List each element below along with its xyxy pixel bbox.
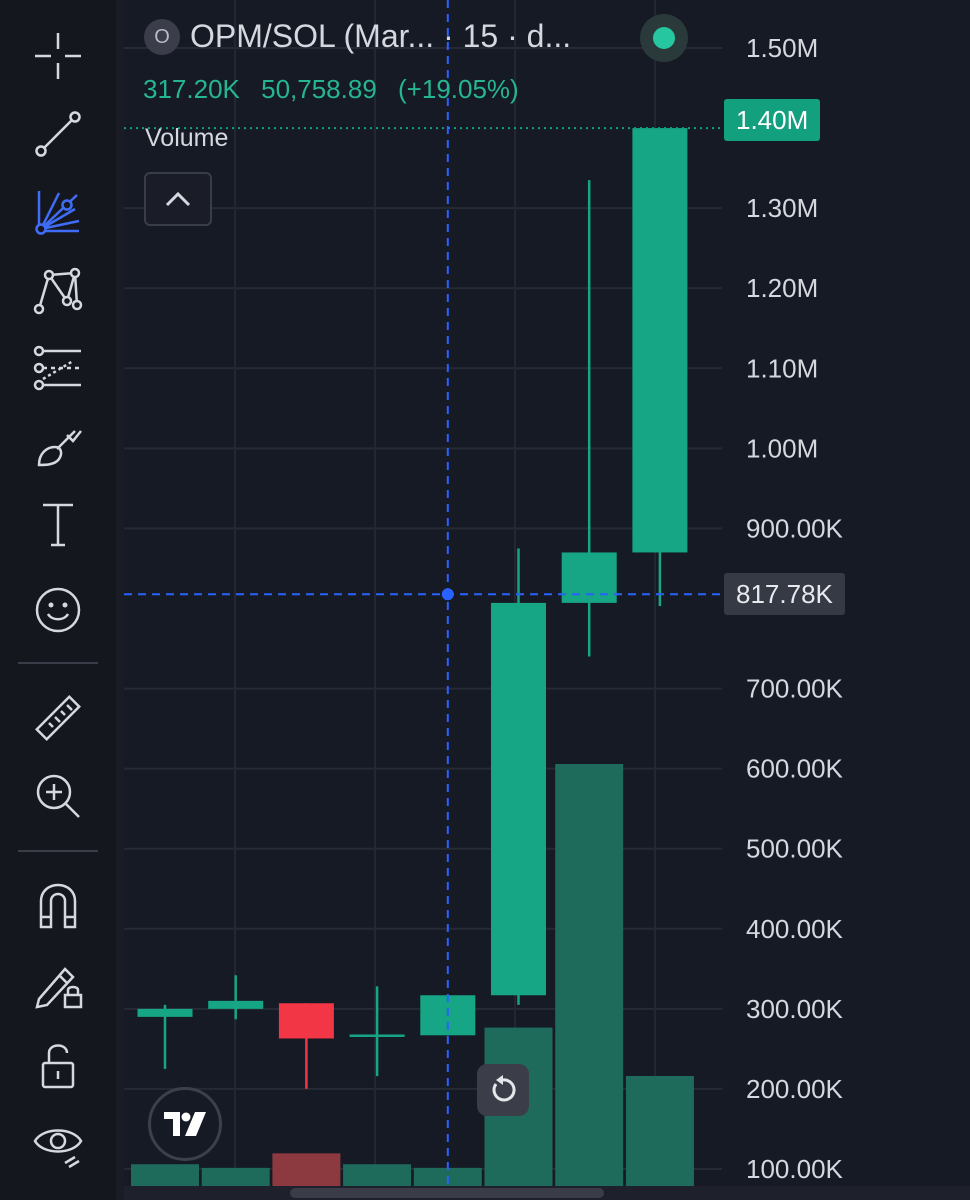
volume-label: Volume: [145, 124, 229, 152]
y-tick-label: 100.00K: [746, 1154, 844, 1184]
y-tick-label: 1.10M: [746, 353, 818, 383]
scroll-thumb[interactable]: [290, 1188, 604, 1198]
volume-bar: [343, 1164, 412, 1186]
last-price-tag: 1.40M: [724, 99, 821, 141]
candle-body: [491, 602, 546, 996]
candle-body: [278, 1003, 334, 1039]
y-tick-label: 500.00K: [746, 834, 844, 864]
ohlc-values: 317.20K 50,758.89 (+19.05%): [143, 74, 519, 105]
y-tick-label: 200.00K: [746, 1074, 844, 1104]
candle-body: [632, 128, 688, 553]
candle-body: [137, 1008, 193, 1017]
crosshair-price-tag: 817.78K: [724, 573, 845, 615]
volume-bar: [272, 1153, 341, 1186]
horizontal-scrollbar[interactable]: [124, 1186, 970, 1200]
y-tick-label: 600.00K: [746, 754, 844, 784]
y-tick-label: 1.30M: [746, 193, 818, 223]
y-tick-label: 700.00K: [746, 674, 844, 704]
symbol-badge: O: [144, 18, 180, 55]
market-status-icon[interactable]: [640, 14, 688, 62]
volume-bar: [555, 764, 624, 1186]
symbol-legend[interactable]: O OPM/SOL (Mar... · 15 · d...: [144, 18, 571, 55]
y-tick-label: 400.00K: [746, 914, 844, 944]
volume-bar: [131, 1164, 199, 1186]
candle-body: [208, 1000, 264, 1009]
reset-chart-button[interactable]: [477, 1064, 529, 1116]
reset-icon: [492, 1075, 516, 1102]
chevron-up-icon: [165, 191, 191, 207]
tradingview-logo-icon: [164, 1112, 206, 1136]
open-value: 317.20K: [143, 74, 240, 104]
symbol-title[interactable]: OPM/SOL (Mar... · 15 · d...: [190, 18, 571, 54]
volume-bar: [201, 1167, 270, 1186]
y-tick-label: 900.00K: [746, 513, 844, 543]
candle-body: [561, 552, 617, 603]
y-tick-label: 1.20M: [746, 273, 818, 303]
collapse-button[interactable]: [144, 172, 212, 226]
crosshair-point: [441, 588, 454, 601]
change-percent: (+19.05%): [398, 74, 519, 104]
y-tick-label: 1.00M: [746, 433, 818, 463]
candle-body: [349, 1034, 405, 1037]
volume-bar: [625, 1075, 694, 1186]
tradingview-logo[interactable]: [148, 1087, 222, 1161]
y-tick-label: 300.00K: [746, 994, 844, 1024]
y-tick-label: 1.50M: [746, 33, 818, 63]
change-value: 50,758.89: [261, 74, 377, 104]
